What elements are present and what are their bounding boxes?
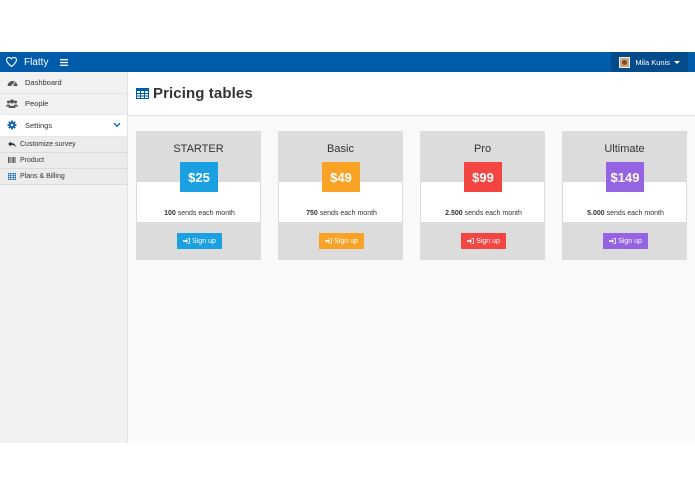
plan-sends-count: 100: [164, 210, 176, 217]
top-navbar: Flatty Mila Kunis: [0, 52, 695, 72]
brand[interactable]: Flatty: [6, 57, 48, 68]
plan-sends-text: sends each month: [464, 210, 522, 217]
plan-price: $149: [606, 162, 644, 192]
dashboard-icon: [6, 76, 18, 88]
plan-sends-count: 2.500: [445, 210, 463, 217]
sign-in-icon: [467, 238, 474, 244]
app-window: Flatty Mila Kunis Dashboard People Setti…: [0, 52, 695, 443]
sidebar-item-dashboard[interactable]: Dashboard: [0, 72, 127, 94]
plan-footer: Sign up: [563, 222, 686, 260]
sidebar-subitem-label: Plans & Billing: [20, 172, 65, 180]
brand-name: Flatty: [24, 56, 49, 68]
plan-card-basic: Basic $49 750 sends each month Sign up: [278, 131, 403, 260]
chevron-down-icon: [113, 121, 121, 130]
sign-up-button[interactable]: Sign up: [461, 233, 506, 249]
sidebar-subitem-product[interactable]: Product: [0, 152, 127, 169]
people-icon: [6, 98, 18, 110]
plan-footer: Sign up: [137, 222, 260, 260]
plan-sends: 2.500 sends each month: [421, 210, 546, 217]
sign-in-icon: [609, 238, 616, 244]
sign-up-label: Sign up: [476, 237, 500, 245]
sidebar-item-settings[interactable]: Settings: [0, 115, 127, 137]
plan-sends-text: sends each month: [606, 210, 664, 217]
sidebar-item-label: People: [25, 99, 49, 109]
page-header: Pricing tables: [128, 72, 695, 116]
heart-icon: [6, 57, 17, 67]
user-name: Mila Kunis: [635, 57, 670, 67]
sidebar-subitem-plans-billing[interactable]: Plans & Billing: [0, 168, 127, 185]
page-title: Pricing tables: [153, 85, 253, 102]
plan-price: $99: [464, 162, 502, 192]
plan-card-pro: Pro $99 2.500 sends each month Sign up: [420, 131, 545, 260]
sidebar: Dashboard People Settings Customize surv…: [0, 72, 128, 443]
plan-sends-text: sends each month: [177, 210, 235, 217]
plan-footer: Sign up: [421, 222, 544, 260]
caret-down-icon: [674, 60, 680, 64]
sidebar-subitem-customize-survey[interactable]: Customize survey: [0, 136, 127, 153]
sidebar-item-label: Settings: [25, 120, 53, 130]
barcode-icon: [7, 156, 16, 165]
plan-sends: 750 sends each month: [279, 210, 404, 217]
plan-card-starter: STARTER $25 100 sends each month Sign up: [136, 131, 261, 260]
sign-up-label: Sign up: [334, 237, 358, 245]
sign-up-button[interactable]: Sign up: [177, 233, 222, 249]
plan-price: $49: [322, 162, 360, 192]
sign-up-label: Sign up: [192, 237, 216, 245]
plan-sends-count: 750: [306, 210, 318, 217]
sign-in-icon: [325, 238, 332, 244]
plan-footer: Sign up: [279, 222, 402, 260]
table-icon: [7, 172, 16, 181]
reply-icon: [7, 140, 16, 149]
sign-up-button[interactable]: Sign up: [603, 233, 648, 249]
sidebar-subitem-label: Customize survey: [20, 140, 76, 148]
plan-sends-text: sends each month: [319, 210, 377, 217]
plan-sends: 5.000 sends each month: [563, 210, 688, 217]
table-icon: [136, 88, 149, 99]
sidebar-subitem-label: Product: [20, 156, 45, 164]
plan-card-ultimate: Ultimate $149 5.000 sends each month Sig…: [562, 131, 687, 260]
hamburger-icon: [60, 58, 69, 66]
avatar: [619, 56, 631, 68]
pricing-plans: STARTER $25 100 sends each month Sign up…: [136, 131, 687, 261]
sidebar-item-people[interactable]: People: [0, 94, 127, 115]
plan-sends-count: 5.000: [587, 210, 605, 217]
sign-up-button[interactable]: Sign up: [319, 233, 364, 249]
plan-price: $25: [180, 162, 218, 192]
sign-in-icon: [183, 238, 190, 244]
menu-toggle-button[interactable]: [58, 56, 70, 68]
plan-sends: 100 sends each month: [137, 210, 262, 217]
gear-icon: [6, 119, 18, 131]
user-menu[interactable]: Mila Kunis: [611, 52, 688, 72]
main-content: Pricing tables STARTER $25 100 sends eac…: [128, 72, 695, 443]
sign-up-label: Sign up: [618, 237, 642, 245]
sidebar-item-label: Dashboard: [25, 77, 62, 87]
